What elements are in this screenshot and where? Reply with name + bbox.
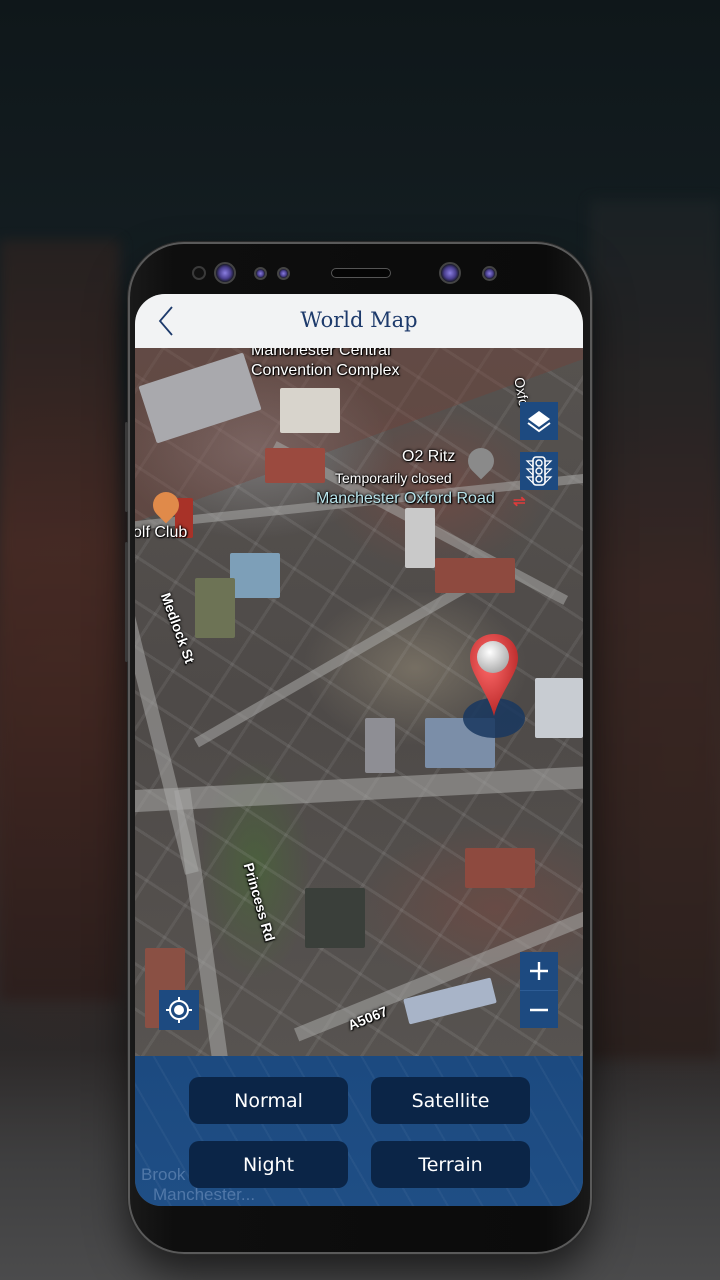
traffic-light-icon bbox=[525, 456, 553, 486]
layers-icon bbox=[527, 411, 551, 433]
app-header: World Map bbox=[135, 294, 583, 348]
background-building-left bbox=[0, 240, 120, 1000]
map-road bbox=[135, 764, 583, 814]
zoom-controls bbox=[520, 952, 558, 1028]
map-building bbox=[230, 553, 280, 598]
map-label-princess-rd: Princess Rd bbox=[240, 860, 279, 944]
map-type-terrain-button[interactable]: Terrain bbox=[371, 1141, 530, 1188]
map-type-normal-button[interactable]: Normal bbox=[189, 1077, 348, 1124]
app-screen: World Map Manchester Central Convention … bbox=[135, 294, 583, 1206]
map-type-panel: Brook Manchester... Normal Satellite Nig… bbox=[135, 1056, 583, 1206]
map-building bbox=[405, 508, 435, 568]
map-label-station: Manchester Oxford Road bbox=[316, 490, 495, 507]
rail-icon: ⇌ bbox=[513, 493, 526, 510]
map-building bbox=[435, 558, 515, 593]
map-building bbox=[280, 388, 340, 433]
map-building bbox=[305, 888, 365, 948]
phone-sensor bbox=[482, 266, 497, 281]
page-title: World Map bbox=[300, 308, 418, 332]
map-label-golf-club: olf Club bbox=[135, 524, 188, 541]
map-building bbox=[535, 678, 583, 738]
location-marker[interactable] bbox=[463, 632, 527, 742]
my-location-button[interactable] bbox=[159, 990, 199, 1030]
phone-front-camera bbox=[214, 262, 236, 284]
map-building bbox=[195, 578, 235, 638]
map-label-medlock-st: Medlock St bbox=[157, 590, 199, 666]
satellite-map[interactable]: Manchester Central Convention Complex Ox… bbox=[135, 348, 583, 1056]
phone-earpiece bbox=[331, 268, 391, 278]
map-ghost-label: Brook bbox=[141, 1165, 186, 1184]
map-pin-icon bbox=[470, 634, 518, 716]
my-location-icon bbox=[166, 997, 192, 1023]
traffic-button[interactable] bbox=[520, 452, 558, 490]
theatre-poi-icon[interactable] bbox=[462, 442, 500, 480]
map-building bbox=[138, 352, 262, 444]
phone-sensor bbox=[192, 266, 206, 280]
map-building bbox=[465, 848, 535, 888]
zoom-out-button[interactable] bbox=[520, 990, 558, 1028]
phone-sensor bbox=[277, 267, 290, 280]
map-type-satellite-button[interactable]: Satellite bbox=[371, 1077, 530, 1124]
map-building bbox=[265, 448, 325, 483]
map-type-night-button[interactable]: Night bbox=[189, 1141, 348, 1188]
layers-button[interactable] bbox=[520, 402, 558, 440]
minus-icon bbox=[530, 1008, 548, 1011]
map-label-o2-ritz: O2 Ritz bbox=[402, 448, 456, 465]
phone-sensor bbox=[254, 267, 267, 280]
background-building-right bbox=[590, 200, 720, 1060]
map-building bbox=[365, 718, 395, 773]
phone-side-button bbox=[125, 422, 128, 512]
phone-iris-camera bbox=[439, 262, 461, 284]
phone-side-button bbox=[125, 542, 128, 662]
map-label-convention: Manchester Central bbox=[251, 348, 391, 359]
zoom-in-button[interactable] bbox=[520, 952, 558, 990]
map-label-convention: Convention Complex bbox=[251, 362, 400, 379]
map-label-o2-status: Temporarily closed bbox=[335, 470, 452, 486]
plus-icon bbox=[530, 962, 548, 980]
